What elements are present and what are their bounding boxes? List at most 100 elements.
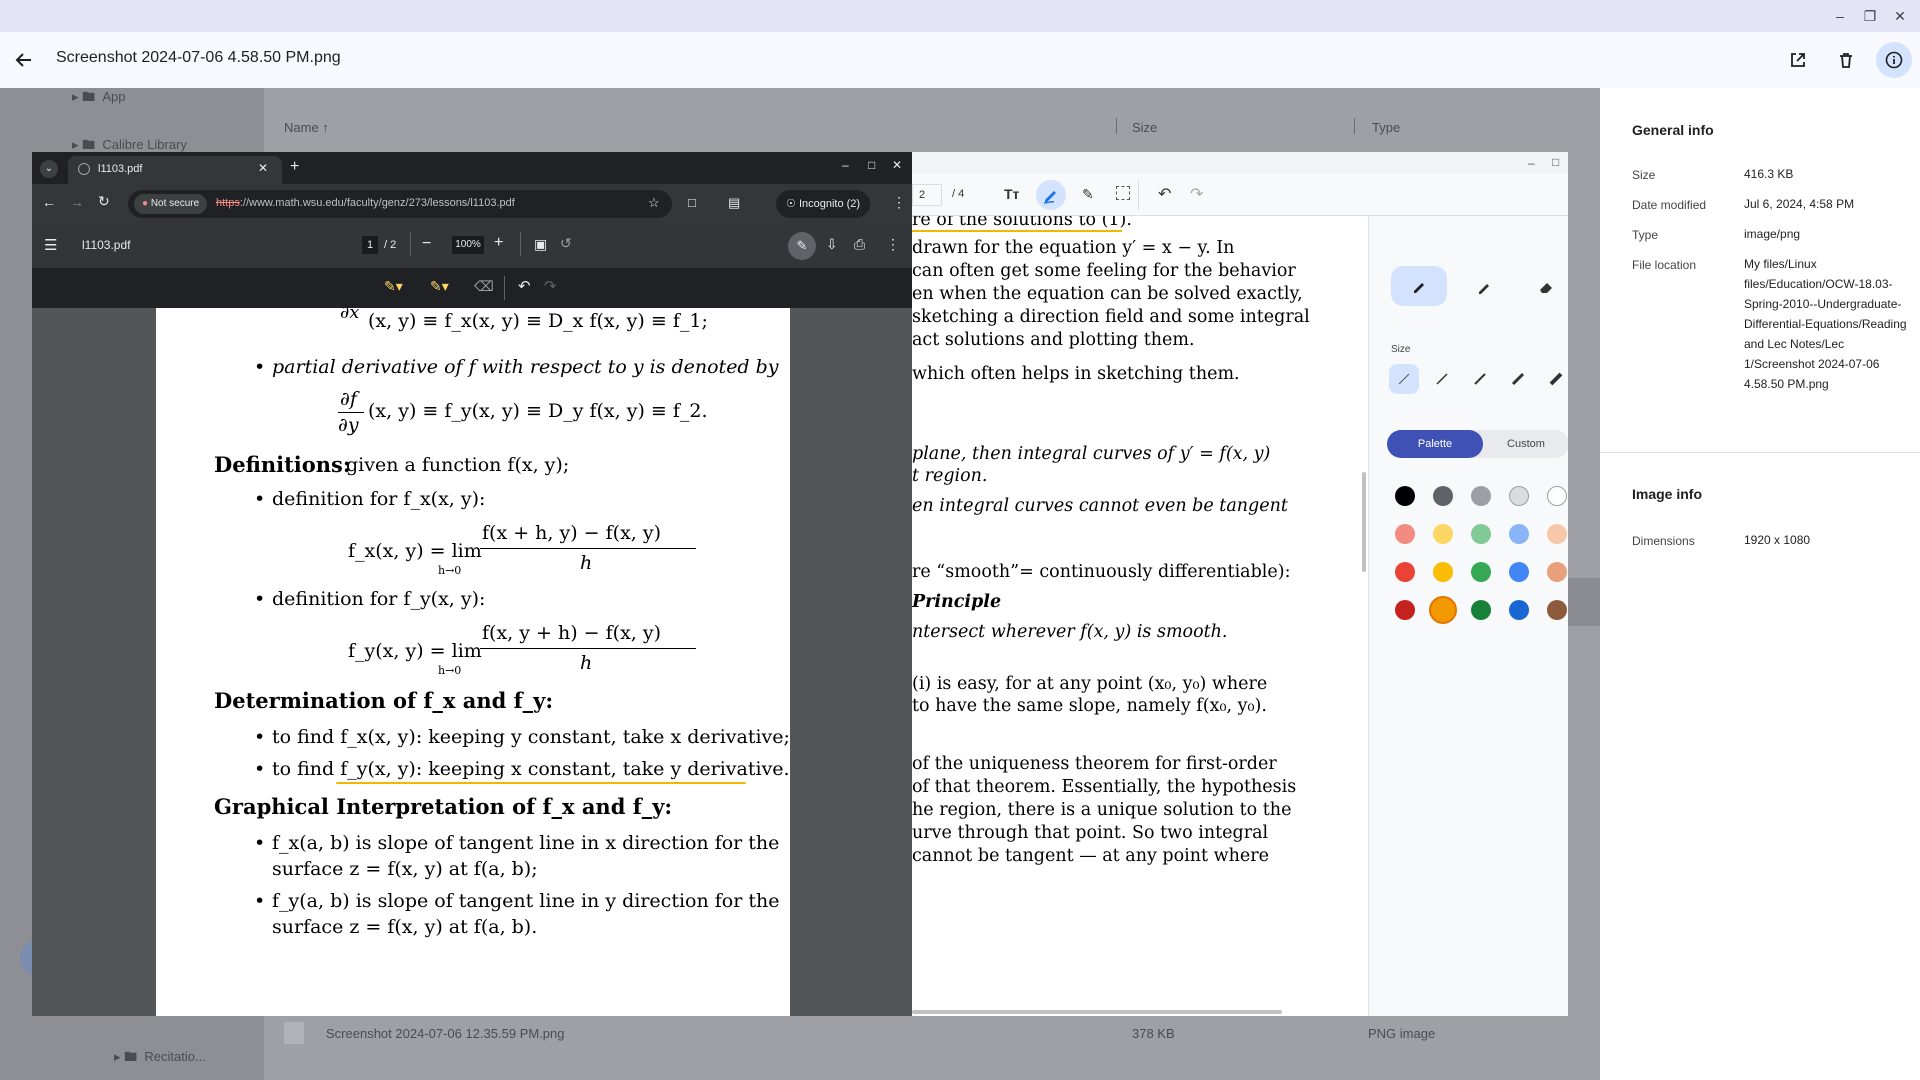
- info-label-dimensions: Dimensions: [1632, 534, 1695, 548]
- col-type-header[interactable]: Type: [1372, 120, 1400, 135]
- back-icon[interactable]: ←: [42, 194, 56, 210]
- color-swatch[interactable]: [1395, 524, 1415, 544]
- reading-mode-icon[interactable]: ▤: [728, 195, 740, 211]
- pdf2-text-line: he region, there is a unique solution to…: [912, 800, 1292, 820]
- color-swatch[interactable]: [1433, 524, 1453, 544]
- back-button[interactable]: [6, 42, 42, 78]
- page-input[interactable]: 2: [912, 184, 942, 206]
- tree-item-app[interactable]: ▸ 🖿 App: [72, 88, 126, 110]
- file-type: PNG image: [1368, 1026, 1436, 1041]
- pdf-page-2: re of the solutions to (1). drawn for th…: [912, 216, 1368, 1016]
- pdf-annotation-bar: ✎▾ ✎▾ ⌫ ↶ ↷: [32, 268, 912, 308]
- rotate-icon[interactable]: ↺: [560, 235, 572, 252]
- pen-tool-icon[interactable]: ✎▾: [384, 278, 403, 295]
- pdf2-text-line: to have the same slope, namely f(x₀, y₀)…: [912, 696, 1267, 716]
- color-swatch[interactable]: [1547, 486, 1567, 506]
- redo-icon[interactable]: ↷: [1190, 184, 1203, 204]
- def-denominator: h: [580, 552, 593, 574]
- undo-icon[interactable]: ↶: [518, 277, 531, 295]
- close-window-icon[interactable]: ✕: [1888, 6, 1912, 26]
- draw-tool-button[interactable]: [1036, 180, 1066, 210]
- color-swatch[interactable]: [1429, 596, 1457, 624]
- tab-active[interactable]: l1103.pdf ✕: [68, 156, 282, 184]
- zoom-input[interactable]: 100%: [452, 236, 484, 254]
- color-swatch[interactable]: [1509, 600, 1529, 620]
- color-swatch[interactable]: [1471, 600, 1491, 620]
- delete-button[interactable]: [1828, 42, 1864, 78]
- open-external-icon: [1791, 53, 1805, 67]
- color-swatch[interactable]: [1433, 486, 1453, 506]
- color-swatch[interactable]: [1433, 562, 1453, 582]
- address-bar[interactable]: ● Not secure https://www.math.wsu.edu/fa…: [128, 190, 672, 218]
- color-swatch[interactable]: [1509, 486, 1529, 506]
- color-swatch[interactable]: [1471, 524, 1491, 544]
- undo-icon[interactable]: ↶: [1158, 184, 1171, 204]
- highlighter-icon[interactable]: ✎▾: [430, 278, 449, 295]
- new-tab-icon[interactable]: +: [290, 158, 299, 176]
- incognito-chip[interactable]: ☉ Incognito (2): [776, 190, 871, 218]
- pdf2-text-line: of that theorem. Essentially, the hypoth…: [912, 777, 1297, 797]
- info-button[interactable]: [1876, 42, 1912, 78]
- eraser-icon[interactable]: ⌫: [474, 278, 494, 295]
- color-swatch[interactable]: [1547, 524, 1567, 544]
- minimize-icon[interactable]: –: [1828, 6, 1852, 26]
- divider: [1600, 452, 1920, 453]
- forward-icon[interactable]: →: [70, 194, 84, 210]
- arrow-left-icon: [15, 53, 31, 67]
- reload-icon[interactable]: ↻: [98, 193, 110, 210]
- color-swatch[interactable]: [1395, 562, 1415, 582]
- select-area-icon[interactable]: [1116, 186, 1130, 200]
- color-swatch[interactable]: [1509, 524, 1529, 544]
- chrome-close-icon[interactable]: ✕: [892, 158, 902, 172]
- info-value-date: Jul 6, 2024, 4:58 PM: [1744, 197, 1855, 211]
- file-row[interactable]: Screenshot 2024-07-06 12.35.59 PM.png 37…: [264, 1018, 1600, 1048]
- color-swatch[interactable]: [1471, 486, 1491, 506]
- window2-minimize-icon[interactable]: –: [1528, 156, 1535, 170]
- open-in-button[interactable]: [1780, 42, 1816, 78]
- tree-item-recitation[interactable]: ▸ 🖿 Recitatio...: [114, 1048, 206, 1070]
- background-pdf-window: – □ 2 / 4 Tᴛ ✎ ↶ ↷ re of the solutions t…: [912, 152, 1568, 1016]
- pdf-more-icon[interactable]: ⋮: [886, 236, 900, 253]
- redo-icon[interactable]: ↷: [544, 277, 557, 295]
- not-secure-chip[interactable]: ● Not secure: [134, 194, 208, 214]
- bookmark-star-icon[interactable]: ☆: [648, 195, 660, 211]
- fit-page-icon[interactable]: ▣: [534, 236, 547, 253]
- pdf2-text-line: of the uniqueness theorem for first-orde…: [912, 754, 1277, 774]
- scrollbar-horizontal[interactable]: [912, 1010, 1282, 1014]
- zoom-in-icon[interactable]: +: [494, 234, 503, 252]
- tab-search-button[interactable]: ⌄: [40, 160, 58, 178]
- color-swatch[interactable]: [1547, 600, 1567, 620]
- pdf-page-input[interactable]: 1: [362, 236, 378, 254]
- color-swatch[interactable]: [1395, 486, 1415, 506]
- pen-icon: [1043, 191, 1056, 204]
- color-swatch[interactable]: [1547, 562, 1567, 582]
- download-icon[interactable]: ⇩: [826, 236, 838, 253]
- bullet-icon: •: [254, 356, 266, 378]
- chrome-menu-icon[interactable]: ⋮: [892, 194, 906, 211]
- col-size-header[interactable]: Size: [1132, 120, 1157, 135]
- pdf2-text-line: can often get some feeling for the behav…: [912, 261, 1296, 281]
- color-swatch[interactable]: [1471, 562, 1491, 582]
- window2-maximize-icon[interactable]: □: [1552, 155, 1559, 169]
- chrome-minimize-icon[interactable]: –: [842, 158, 849, 172]
- tab-close-icon[interactable]: ✕: [258, 161, 268, 175]
- scrollbar-vertical[interactable]: [1362, 472, 1366, 572]
- bullet-icon: •: [254, 890, 266, 912]
- signature-icon[interactable]: ✎: [1082, 186, 1094, 203]
- col-divider: [1354, 118, 1355, 134]
- restore-icon[interactable]: ❐: [1858, 6, 1882, 26]
- bullet-icon: •: [254, 488, 266, 510]
- color-swatch[interactable]: [1395, 600, 1415, 620]
- color-swatch[interactable]: [1509, 562, 1529, 582]
- chrome-maximize-icon[interactable]: □: [868, 158, 875, 172]
- zoom-out-icon[interactable]: −: [422, 235, 431, 253]
- url-scheme: https: [216, 197, 240, 209]
- partial-y-denominator: ∂y: [338, 414, 359, 436]
- print-icon[interactable]: ⎙: [854, 236, 865, 253]
- annotate-button[interactable]: ✎: [788, 232, 816, 260]
- extensions-icon[interactable]: □: [688, 195, 696, 210]
- text-tool-icon[interactable]: Tᴛ: [1004, 186, 1019, 202]
- col-name-header[interactable]: Name ↑: [284, 120, 329, 135]
- color-swatches: [1369, 216, 1568, 1016]
- sidebar-menu-icon[interactable]: ☰: [44, 236, 57, 254]
